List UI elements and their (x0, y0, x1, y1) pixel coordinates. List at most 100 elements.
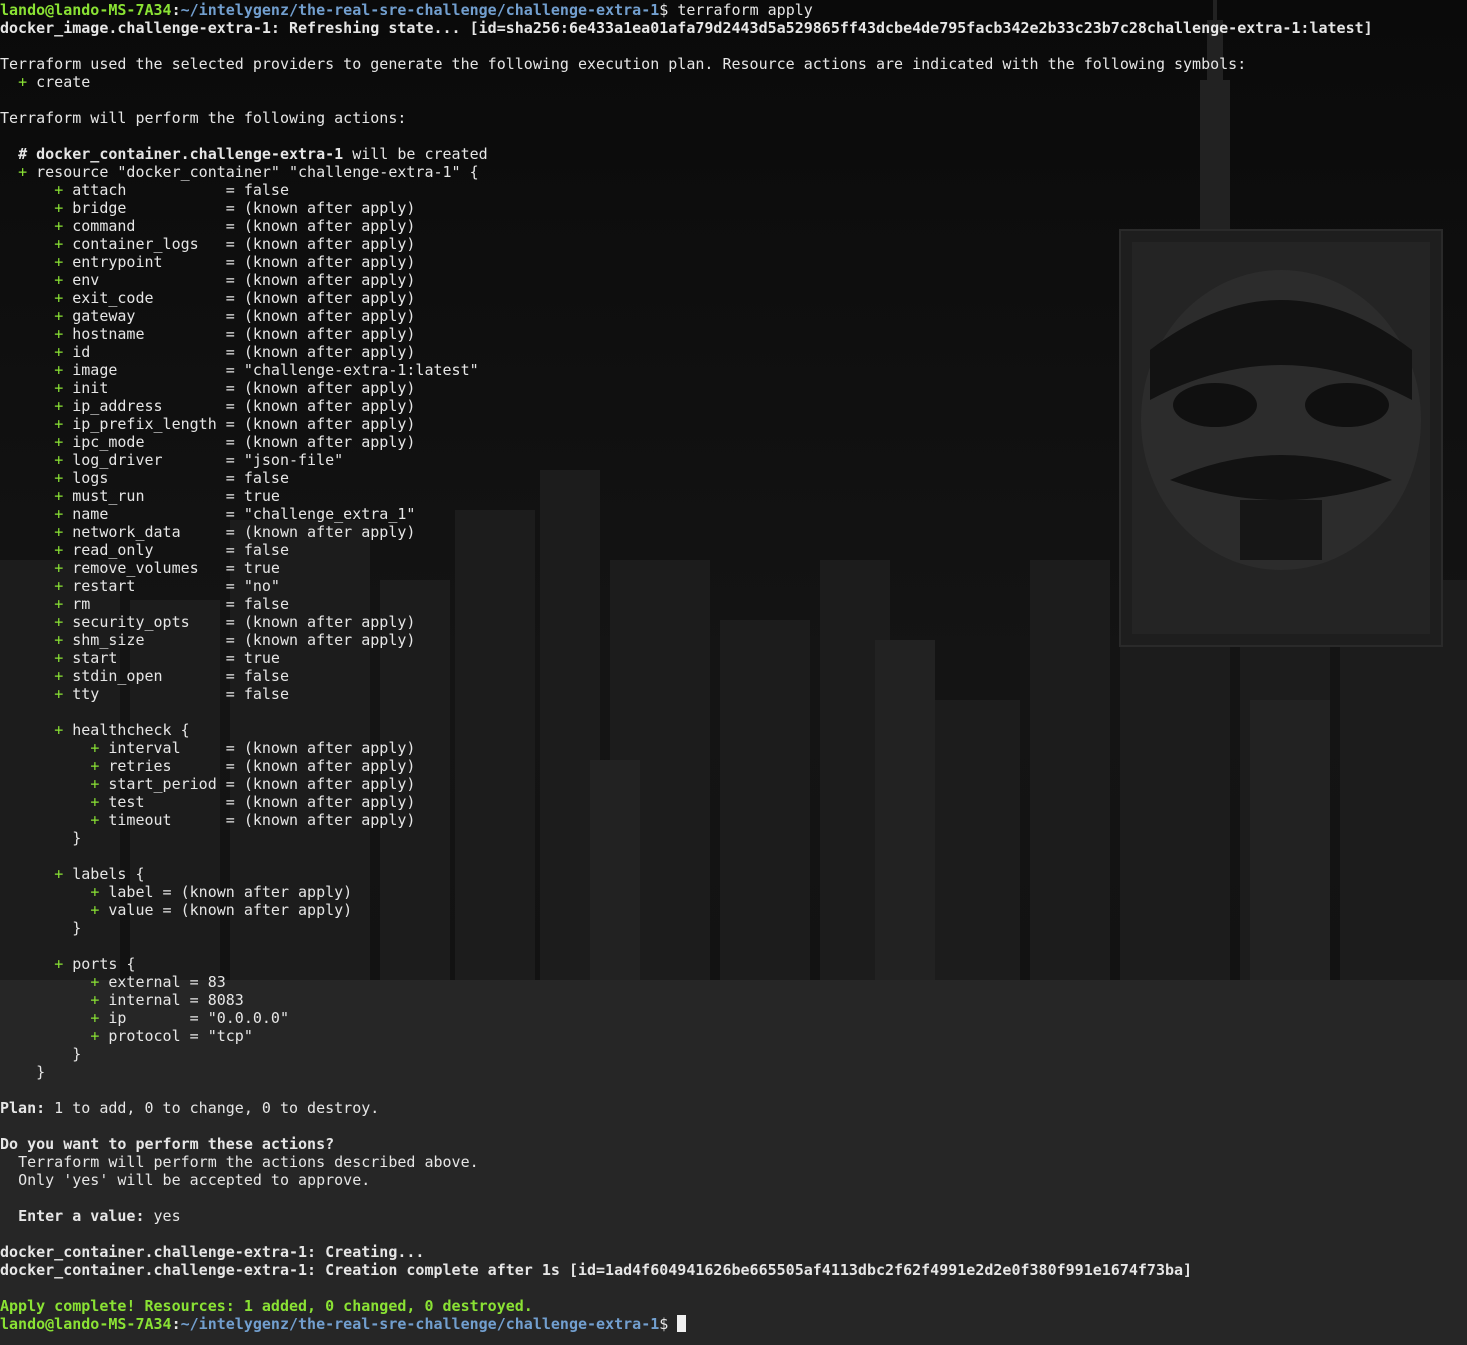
create-plus-sign: + (54, 469, 64, 487)
whitespace: = (108, 505, 244, 523)
attribute-key: gateway (72, 307, 136, 325)
attribute-key: exit_code (72, 289, 154, 307)
attribute-value: (known after apply) (243, 433, 416, 451)
output-line: Terraform used the selected providers to… (0, 55, 1467, 73)
prompt-user-host: lando@lando-MS-7A34 (0, 1315, 172, 1333)
block-attribute-key: start_period (108, 775, 217, 793)
create-plus-sign: + (54, 361, 64, 379)
whitespace: = (108, 379, 244, 397)
whitespace: = (90, 595, 244, 613)
attribute-value: (known after apply) (243, 307, 416, 325)
attribute-value: (known after apply) (243, 325, 416, 343)
create-plus-sign: + (54, 397, 64, 415)
terminal-cursor[interactable] (677, 1315, 687, 1332)
whitespace: = (108, 469, 244, 487)
attribute-line: + attach = false (0, 181, 1467, 199)
whitespace: = (90, 343, 244, 361)
create-plus-sign: + (54, 433, 64, 451)
create-plus-sign: + (54, 325, 64, 343)
prompt-line: lando@lando-MS-7A34:~/intelygenz/the-rea… (0, 1315, 1467, 1333)
create-plus-sign: + (54, 577, 64, 595)
whitespace: } (0, 829, 82, 847)
output-line: + create (0, 73, 1467, 91)
create-plus-sign: + (54, 595, 64, 613)
block-attribute-value: (known after apply) (180, 901, 353, 919)
attribute-line: + init = (known after apply) (0, 379, 1467, 397)
create-plus-sign: + (90, 991, 100, 1009)
create-plus-sign: + (54, 955, 64, 973)
attribute-value: false (243, 469, 289, 487)
create-plus-sign: + (54, 289, 64, 307)
attribute-key: ip_prefix_length (72, 415, 217, 433)
enter-value-line: Enter a value: yes (0, 1207, 1467, 1225)
block-attribute-line: + internal = 8083 (0, 991, 1467, 1009)
attribute-line: + ipc_mode = (known after apply) (0, 433, 1467, 451)
terminal-window[interactable]: lando@lando-MS-7A34:~/intelygenz/the-rea… (0, 0, 1467, 1345)
plan-summary-text: 1 to add, 0 to change, 0 to destroy. (45, 1099, 380, 1117)
attribute-value: true (243, 649, 280, 667)
prompt-symbol: $ (659, 1315, 669, 1333)
attribute-line: + shm_size = (known after apply) (0, 631, 1467, 649)
whitespace: } (0, 919, 82, 937)
block-attribute-line: + start_period = (known after apply) (0, 775, 1467, 793)
block-attribute-value: (known after apply) (243, 793, 416, 811)
whitespace: } (0, 1045, 82, 1063)
attribute-key: rm (72, 595, 91, 613)
create-plus-sign: + (54, 253, 64, 271)
attribute-line: + image = "challenge-extra-1:latest" (0, 361, 1467, 379)
create-plus-sign: + (18, 163, 28, 181)
create-plus-sign: + (54, 451, 64, 469)
plan-summary-line: Plan: 1 to add, 0 to change, 0 to destro… (0, 1099, 1467, 1117)
create-plus-sign: + (54, 307, 64, 325)
block-attribute-value: (known after apply) (243, 757, 416, 775)
enter-value-label: Enter a value: (18, 1207, 145, 1225)
attribute-value: (known after apply) (243, 631, 416, 649)
attribute-key: start (72, 649, 118, 667)
question-detail-line: Terraform will perform the actions descr… (0, 1153, 1467, 1171)
attribute-key: log_driver (72, 451, 163, 469)
apply-complete-text: Apply complete! Resources: 1 added, 0 ch… (0, 1297, 533, 1315)
attribute-line: + restart = "no" (0, 577, 1467, 595)
attribute-line: + network_data = (known after apply) (0, 523, 1467, 541)
attribute-key: ip_address (72, 397, 163, 415)
whitespace: = (135, 577, 244, 595)
attribute-key: logs (72, 469, 109, 487)
attribute-value: "challenge-extra-1:latest" (243, 361, 479, 379)
block-close-line: } (0, 1045, 1467, 1063)
attribute-value: "no" (243, 577, 280, 595)
prompt-separator: : (171, 1315, 181, 1333)
whitespace: = (198, 559, 244, 577)
block-attribute-line: + interval = (known after apply) (0, 739, 1467, 757)
attribute-key: hostname (72, 325, 145, 343)
attribute-key: stdin_open (72, 667, 163, 685)
attribute-line: + ip_prefix_length = (known after apply) (0, 415, 1467, 433)
